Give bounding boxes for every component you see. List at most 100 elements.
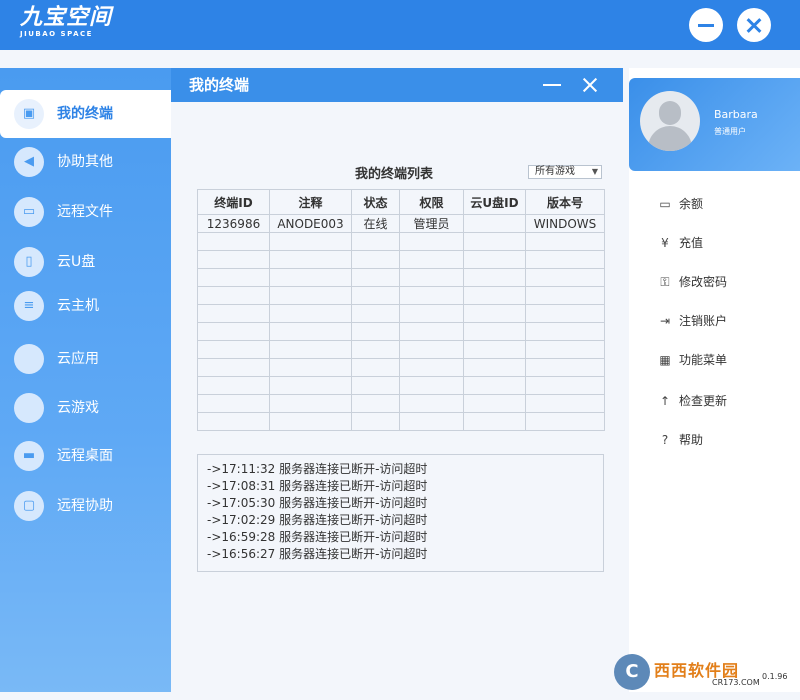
table-header-cell: 状态 xyxy=(351,189,400,215)
table-cell xyxy=(269,268,352,287)
nav-item-4[interactable]: ≡ 云主机 xyxy=(0,282,171,330)
nav-item-0[interactable]: ▣ 我的终端 xyxy=(0,90,171,138)
table-cell xyxy=(399,268,464,287)
table-cell xyxy=(351,376,400,395)
share-icon: ◀ xyxy=(14,147,44,177)
version-label: 0.1.96 xyxy=(762,672,788,681)
table-header-cell: 注释 xyxy=(269,189,352,215)
panel-minimize-button[interactable] xyxy=(543,77,561,93)
table-cell xyxy=(269,232,352,251)
right-sidebar: Barbara 普通用户 ▭ 余额 ¥ 充值 ⚿ 修改密码 ⇥ 注销账户 ▦ 功能菜单 ↑ 检查更新?… xyxy=(629,68,800,692)
folder-icon: ▭ xyxy=(14,197,44,227)
nav-item-1[interactable]: ◀ 协助其他 xyxy=(0,138,171,186)
table-header-cell: 版本号 xyxy=(525,189,605,215)
nav-item-label: 云应用 xyxy=(57,351,99,367)
usb-icon: ▯ xyxy=(14,247,44,277)
table-cell xyxy=(269,412,352,431)
game-filter-select[interactable]: 所有游戏 ▼ xyxy=(528,165,602,179)
table-row[interactable] xyxy=(197,250,605,269)
table-cell: WINDOWS xyxy=(525,214,605,233)
table-cell xyxy=(463,304,526,323)
nav-item-6[interactable]: 云游戏 xyxy=(0,384,171,432)
nav-item-8[interactable]: ▢ 远程协助 xyxy=(0,482,171,530)
table-cell xyxy=(399,376,464,395)
monitor-icon: ▬ xyxy=(14,441,44,471)
table-cell: 在线 xyxy=(351,214,400,233)
table-cell xyxy=(525,394,605,413)
table-row[interactable] xyxy=(197,376,605,395)
table-cell xyxy=(463,412,526,431)
menu-item-label: 修改密码 xyxy=(679,275,728,289)
remote-assist-icon: ▢ xyxy=(14,491,44,521)
nav-item-label: 云游戏 xyxy=(57,400,99,416)
app-icon xyxy=(14,344,44,374)
table-cell xyxy=(463,232,526,251)
logo-cn: 九宝空间 xyxy=(20,5,113,30)
table-cell xyxy=(351,232,400,251)
yen-icon: ¥ xyxy=(661,236,669,250)
table-cell xyxy=(463,286,526,305)
table-cell xyxy=(463,394,526,413)
table-cell xyxy=(269,250,352,269)
table-cell xyxy=(525,268,605,287)
table-cell xyxy=(351,322,400,341)
table-cell xyxy=(197,322,270,341)
table-cell xyxy=(269,394,352,413)
close-button[interactable] xyxy=(737,8,771,42)
table-row[interactable] xyxy=(197,394,605,413)
table-row[interactable] xyxy=(197,286,605,305)
table-cell xyxy=(351,358,400,377)
table-row[interactable] xyxy=(197,322,605,341)
log-line: ->17:11:32 服务器连接已断开-访问超时 xyxy=(207,462,428,476)
table-row[interactable] xyxy=(197,340,605,359)
table-cell xyxy=(197,376,270,395)
table-cell xyxy=(269,376,352,395)
minimize-button[interactable] xyxy=(689,8,723,42)
chevron-down-icon: ▼ xyxy=(591,167,599,176)
table-row[interactable] xyxy=(197,232,605,251)
table-cell xyxy=(269,286,352,305)
nav-item-label: 云主机 xyxy=(57,298,99,314)
table-cell xyxy=(525,304,605,323)
table-row[interactable] xyxy=(197,268,605,287)
wallet-icon: ▭ xyxy=(659,197,671,211)
avatar[interactable] xyxy=(640,91,700,151)
table-cell xyxy=(463,250,526,269)
title-bar: 九宝空间 JIUBAO SPACE xyxy=(0,0,800,50)
nav-item-5[interactable]: 云应用 xyxy=(0,335,171,383)
panel-close-button[interactable] xyxy=(581,76,599,94)
logo-en: JIUBAO SPACE xyxy=(20,30,93,38)
nav-item-label: 云U盘 xyxy=(57,254,96,270)
table-cell xyxy=(399,250,464,269)
table-cell xyxy=(399,412,464,431)
table-cell xyxy=(399,394,464,413)
table-cell xyxy=(463,214,526,233)
table-cell xyxy=(351,250,400,269)
table-row[interactable] xyxy=(197,412,605,431)
log-line: ->17:05:30 服务器连接已断开-访问超时 xyxy=(207,496,428,510)
table-cell xyxy=(463,376,526,395)
nav-item-3[interactable]: ▯ 云U盘 xyxy=(0,238,171,286)
table-cell: 管理员 xyxy=(399,214,464,233)
table-cell xyxy=(525,322,605,341)
table-cell xyxy=(197,250,270,269)
grid-icon: ▦ xyxy=(659,353,671,367)
nav-item-2[interactable]: ▭ 远程文件 xyxy=(0,188,171,236)
table-cell xyxy=(351,394,400,413)
nav-item-7[interactable]: ▬ 远程桌面 xyxy=(0,432,171,480)
table-cell xyxy=(399,322,464,341)
left-nav: ▣ 我的终端 ◀ 协助其他 ▭ 远程文件 ▯ 云U盘 ≡ 云主机云应用云游戏 ▬ 远程桌面 ▢ 远程协助 xyxy=(0,68,171,692)
table-cell xyxy=(351,340,400,359)
user-role: 普通用户 xyxy=(714,127,746,136)
table-row[interactable]: 1236986 ANODE003 在线 管理员 WINDOWS xyxy=(197,214,605,233)
table-cell xyxy=(525,250,605,269)
table-row[interactable] xyxy=(197,358,605,377)
table-cell xyxy=(197,412,270,431)
table-row[interactable] xyxy=(197,304,605,323)
table-cell xyxy=(525,412,605,431)
table-header-cell: 终端ID xyxy=(197,189,270,215)
logout-icon: ⇥ xyxy=(659,314,671,328)
game-filter-value: 所有游戏 xyxy=(535,166,575,177)
table-cell xyxy=(269,304,352,323)
nav-item-label: 我的终端 xyxy=(57,106,113,122)
